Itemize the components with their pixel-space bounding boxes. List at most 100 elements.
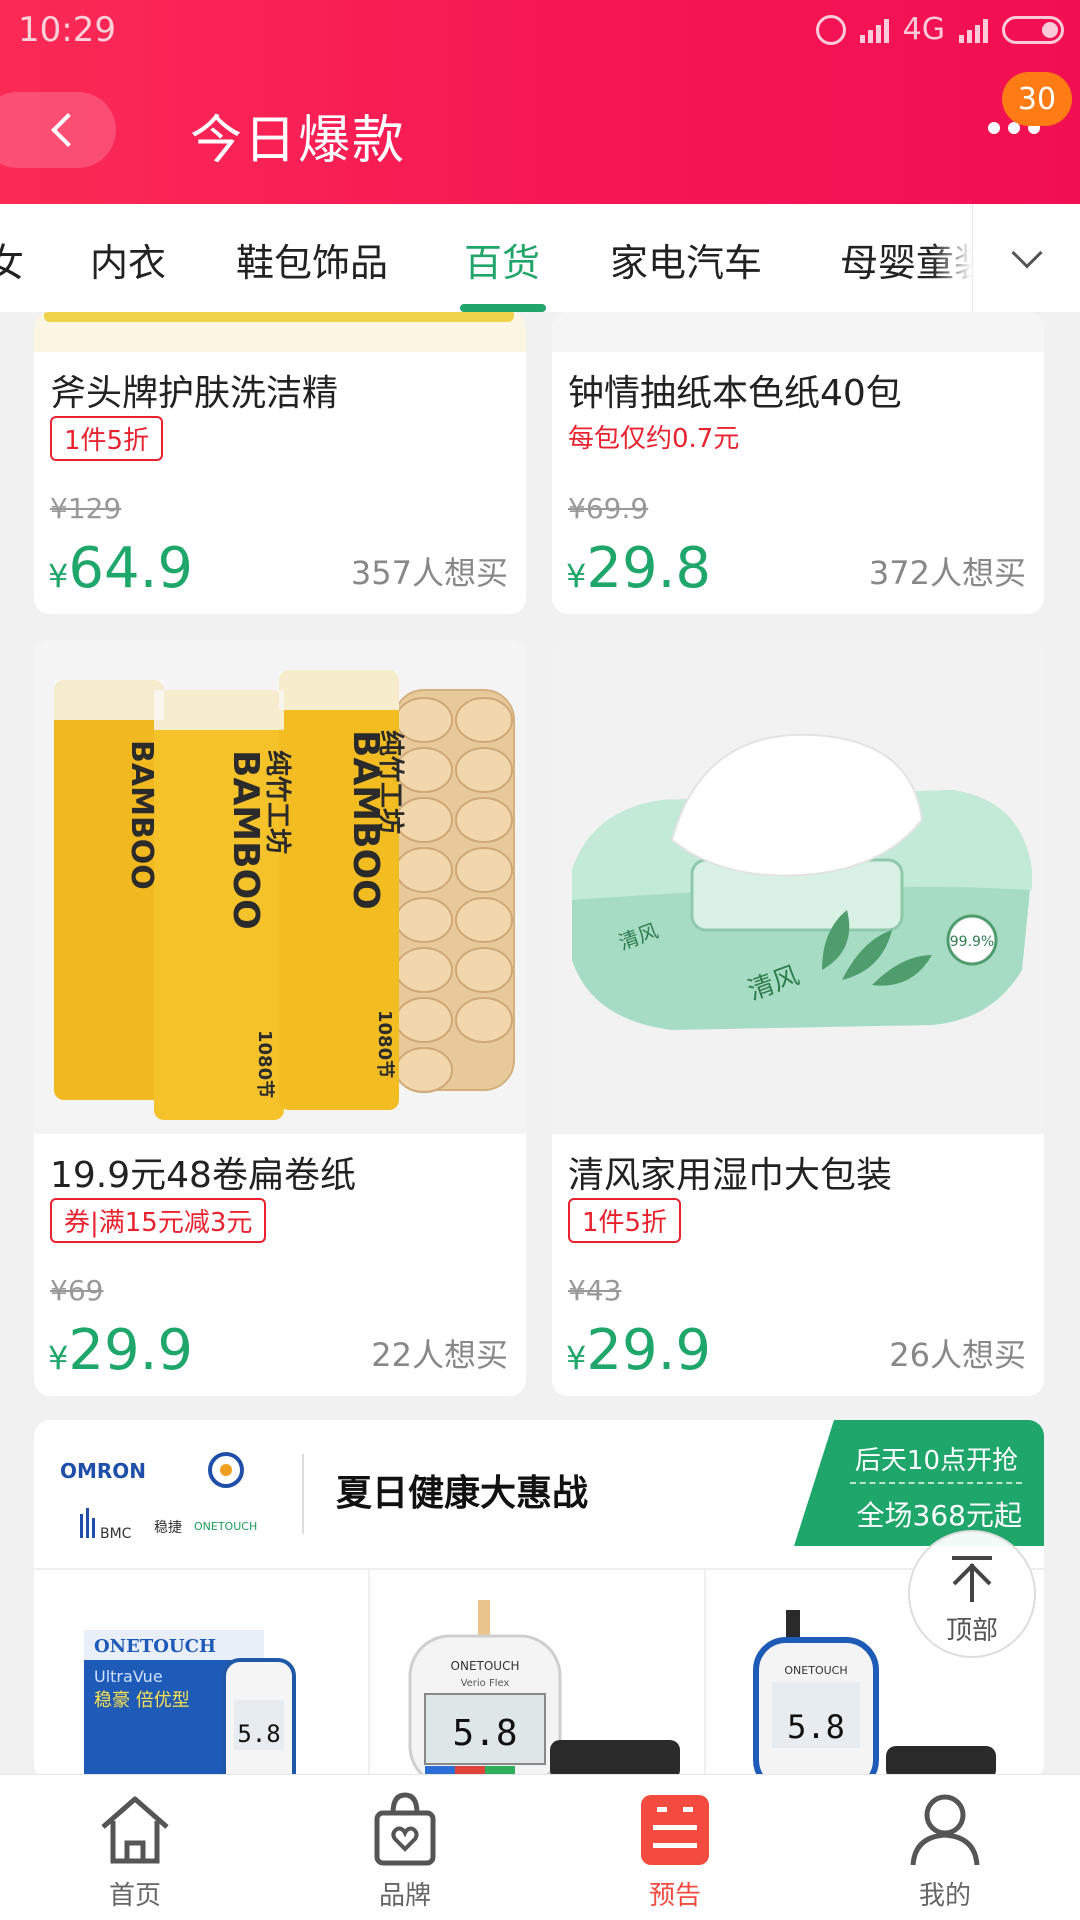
home-icon [101, 1796, 169, 1864]
price-value: 64.9 [68, 536, 194, 601]
product-name: 斧头牌护肤洗洁精 [50, 373, 339, 414]
back-button[interactable] [0, 92, 116, 168]
nav-label: 品牌 [378, 1881, 431, 1911]
promo-title: 夏日健康大惠战 [336, 1473, 589, 1514]
ultravue-label: UltraVue [94, 1667, 163, 1686]
promo-min-price: 全场368元起 [856, 1499, 1022, 1532]
bamboo-brand-label: BAMBOO [225, 750, 266, 930]
nav-label: 首页 [108, 1881, 161, 1911]
divider [302, 1454, 304, 1534]
tab-women[interactable]: 女 [0, 232, 24, 287]
glucose-meter-image: ONETOUCH UltraVue 稳豪 倍优型 5.8 [84, 1630, 296, 1780]
nav-brand[interactable]: 品牌 [270, 1775, 540, 1920]
nav-home[interactable]: 首页 [0, 1775, 270, 1920]
product-series-label: 稳豪 倍优型 [94, 1690, 190, 1711]
onetouch-brand: ONETOUCH [94, 1636, 216, 1657]
back-to-top-button[interactable]: 顶部 [908, 1530, 1036, 1658]
want-count: 357人想买 [350, 554, 508, 592]
verio-flex-label: Verio Flex [461, 1678, 510, 1689]
product-card[interactable]: 斧头牌护肤洗洁精 1件5折 ¥129 ¥64.9 357人想买 [34, 312, 526, 614]
product-tag: 每包仅约0.7元 [568, 424, 740, 454]
bamboo-brand-label: BAMBOO [124, 740, 159, 890]
product-card[interactable]: 钟情抽纸本色纸40包 每包仅约0.7元 ¥69.9 ¥29.8 372人想买 [552, 312, 1044, 614]
glucose-meter-image: ONETOUCH Verio Flex 5.8 [408, 1600, 680, 1780]
product-image: 99.9% 清风 清风 [552, 640, 1044, 1134]
sale-price: ¥64.9 [48, 536, 193, 601]
signal-icon-2 [959, 17, 988, 43]
bamboo-count-label: 1080节 [254, 1030, 275, 1098]
original-price: ¥69 [50, 1274, 104, 1307]
more-dot-icon [988, 122, 1000, 134]
wenjie-logo: 稳捷 [154, 1520, 182, 1536]
brand-bag-icon [374, 1792, 436, 1866]
original-price: ¥43 [568, 1274, 622, 1307]
currency-symbol: ¥ [566, 557, 587, 595]
sale-price: ¥29.9 [566, 1318, 711, 1383]
tab-shoes-bags[interactable]: 鞋包饰品 [236, 232, 388, 287]
product-name: 清风家用湿巾大包装 [568, 1155, 893, 1196]
bamboo-count-label: 1080节 [374, 1010, 395, 1078]
price-value: 29.9 [586, 1318, 712, 1383]
omron-logo: OMRON [60, 1459, 146, 1483]
currency-symbol: ¥ [566, 1339, 587, 1377]
page-title: 今日爆款 [190, 111, 407, 171]
bmc-logo: BMC [100, 1526, 132, 1542]
bamboo-toilet-paper-image: BAMBOO BAMBOO BAMBOO 纯竹工坊 纯竹工坊 1080节 108… [54, 670, 515, 1120]
dashed-divider [850, 1482, 1022, 1484]
status-icons: 4G [815, 12, 1064, 47]
tab-appliances-auto[interactable]: 家电汽车 [610, 232, 762, 287]
promo-product-item[interactable]: ONETOUCH UltraVue 稳豪 倍优型 5.8 [34, 1570, 370, 1780]
product-tag: 1件5折 [568, 1198, 682, 1243]
back-to-top-label: 顶部 [945, 1616, 998, 1646]
onetouch-brand: ONETOUCH [451, 1659, 520, 1673]
meter-reading: 5.8 [787, 1708, 845, 1746]
currency-symbol: ¥ [48, 557, 69, 595]
currency-symbol: ¥ [48, 1339, 69, 1377]
nav-profile[interactable]: 我的 [810, 1775, 1080, 1920]
want-count: 372人想买 [868, 554, 1026, 592]
original-price: ¥69.9 [568, 492, 649, 525]
nav-label: 我的 [918, 1881, 971, 1911]
bottom-nav: 首页 品牌 预告 我的 [0, 1774, 1080, 1920]
product-image [34, 312, 526, 352]
product-card[interactable]: 99.9% 清风 清风 清风家用湿巾大包装 1件5折 ¥43 ¥29.9 26人… [552, 640, 1044, 1396]
promo-banner[interactable]: OMRON BMC 稳捷 ONETOUCH 夏日健康大惠战 后天10点开抢 全场… [34, 1420, 1044, 1780]
sale-price: ¥29.8 [566, 536, 711, 601]
preview-icon [641, 1795, 709, 1865]
promo-product-item[interactable]: ONETOUCH Verio Flex 5.8 [370, 1570, 706, 1780]
brand-logos: OMRON BMC 稳捷 ONETOUCH [60, 1452, 257, 1542]
bamboo-brand-cn-label: 纯竹工坊 [262, 750, 293, 854]
nav-preview[interactable]: 预告 [540, 1775, 810, 1920]
active-tab-indicator [460, 304, 546, 312]
onetouch-logo: ONETOUCH [194, 1520, 257, 1533]
product-card[interactable]: BAMBOO BAMBOO BAMBOO 纯竹工坊 纯竹工坊 1080节 108… [34, 640, 526, 1396]
battery-icon [1002, 15, 1064, 44]
alarm-icon [815, 14, 846, 45]
meter-reading: 5.8 [452, 1713, 517, 1754]
bamboo-brand-cn-label: 纯竹工坊 [375, 730, 406, 834]
profile-icon [910, 1794, 980, 1866]
signal-icon [859, 17, 889, 43]
nav-label: 预告 [648, 1881, 701, 1911]
tab-underwear[interactable]: 内衣 [90, 232, 166, 287]
status-time: 10:29 [18, 10, 116, 50]
wet-wipes-image: 99.9% 清风 清风 [572, 733, 1032, 1030]
product-name: 钟情抽纸本色纸40包 [568, 373, 902, 414]
expand-tabs-button[interactable] [972, 204, 1080, 312]
product-tag: 1件5折 [50, 416, 164, 461]
network-type: 4G [902, 12, 945, 47]
coupon-tag: 券|满15元减3元 [50, 1198, 267, 1243]
notification-badge: 30 [1002, 72, 1072, 126]
product-image [552, 312, 1044, 352]
want-count: 26人想买 [889, 1336, 1026, 1374]
meter-reading: 5.8 [237, 1720, 280, 1748]
chevron-down-icon [1010, 237, 1043, 269]
app-header: 10:29 4G 今日爆款 30 [0, 0, 1080, 204]
want-count: 22人想买 [371, 1336, 508, 1374]
price-value: 29.9 [68, 1318, 194, 1383]
sale-price: ¥29.9 [48, 1318, 193, 1383]
back-chevron-icon [51, 113, 85, 147]
product-name: 19.9元48卷扁卷纸 [50, 1155, 356, 1196]
tab-general-goods[interactable]: 百货 [464, 232, 540, 287]
status-bar: 10:29 4G [0, 0, 1080, 62]
